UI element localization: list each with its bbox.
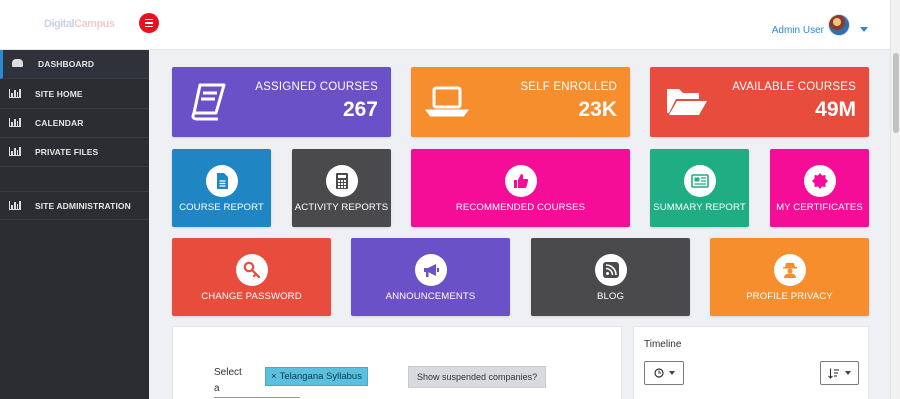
- tile-label: BLOG: [596, 291, 625, 302]
- user-menu[interactable]: Admin User: [772, 14, 868, 36]
- top-bar: DigitalCampus Admin User: [0, 0, 890, 50]
- book-icon: [191, 83, 226, 121]
- folder-open-icon: [667, 89, 707, 115]
- certificate-icon: [811, 173, 828, 189]
- tile-label: ACTIVITY REPORTS: [294, 202, 389, 213]
- activity-reports-tile[interactable]: ACTIVITY REPORTS: [292, 149, 391, 227]
- sidebar-toggle-button[interactable]: [139, 13, 159, 33]
- key-icon: [243, 261, 260, 279]
- bar-chart-icon: [9, 89, 21, 99]
- file-text-icon: [216, 173, 228, 189]
- stat-value: 267: [342, 98, 378, 121]
- thumbs-up-icon: [513, 174, 528, 188]
- tile-label: SUMMARY REPORT: [653, 202, 746, 213]
- avatar: [828, 14, 850, 36]
- sidebar-item-private-files[interactable]: PRIVATE FILES: [0, 138, 149, 167]
- company-filter-panel: Select a × Telangana Syllabus Show suspe…: [172, 326, 622, 399]
- newspaper-icon: [690, 174, 709, 188]
- stat-title: ASSIGNED COURSES: [255, 81, 378, 93]
- profile-privacy-tile[interactable]: PROFILE PRIVACY: [710, 238, 869, 316]
- calculator-icon: [335, 173, 348, 189]
- show-suspended-companies-button[interactable]: Show suspended companies?: [408, 366, 547, 388]
- clock-icon: [653, 368, 664, 378]
- sort-icon: [828, 368, 839, 379]
- sidebar-item-label: SITE ADMINISTRATION: [35, 200, 131, 211]
- chevron-down-icon: [860, 26, 868, 32]
- logo-text-b: Campus: [74, 18, 115, 30]
- stat-value: 23K: [578, 98, 617, 121]
- assigned-courses-card[interactable]: ASSIGNED COURSES 267: [172, 67, 391, 137]
- chip-label: Telangana Syllabus: [279, 371, 362, 382]
- available-courses-card[interactable]: AVAILABLE COURSES 49M: [650, 67, 869, 137]
- tile-label: ANNOUNCEMENTS: [385, 291, 476, 302]
- sidebar-item-label: CALENDAR: [35, 118, 84, 128]
- bar-chart-icon: [9, 200, 21, 211]
- course-report-tile[interactable]: COURSE REPORT: [172, 149, 271, 227]
- announcements-tile[interactable]: ANNOUNCEMENTS: [351, 238, 510, 316]
- my-certificates-tile[interactable]: MY CERTIFICATES: [770, 149, 869, 227]
- sidebar-item-label: DASHBOARD: [38, 59, 95, 69]
- select-input[interactable]: [214, 397, 300, 398]
- sidebar-item-calendar[interactable]: CALENDAR: [0, 109, 149, 138]
- recommended-courses-tile[interactable]: RECOMMENDED COURSES: [411, 149, 630, 227]
- chevron-down-icon: [845, 371, 851, 375]
- selected-filter-chip[interactable]: × Telangana Syllabus: [265, 367, 368, 386]
- rss-icon: [602, 262, 619, 278]
- bar-chart-icon: [9, 118, 21, 128]
- sidebar-item-label: PRIVATE FILES: [35, 147, 99, 157]
- sidebar-item-site-home[interactable]: SITE HOME: [0, 80, 149, 109]
- remove-chip-icon[interactable]: ×: [271, 371, 277, 382]
- laptop-icon: [425, 86, 469, 117]
- timeline-filter-dropdown[interactable]: [644, 361, 684, 385]
- chevron-down-icon: [668, 371, 675, 375]
- stat-title: SELF ENROLLED: [520, 81, 617, 93]
- tile-label: PROFILE PRIVACY: [746, 291, 833, 302]
- hamburger-icon: [145, 18, 153, 21]
- stat-title: AVAILABLE COURSES: [732, 81, 856, 93]
- bar-chart-icon: [9, 147, 21, 157]
- site-logo[interactable]: DigitalCampus: [44, 18, 115, 32]
- blog-tile[interactable]: BLOG: [531, 238, 690, 316]
- user-name: Admin User: [771, 24, 824, 36]
- stat-value: 49M: [815, 98, 856, 121]
- dashboard-icon: [12, 59, 24, 69]
- timeline-panel: Timeline: [633, 326, 869, 399]
- logo-text-a: Digital: [44, 18, 75, 30]
- summary-report-tile[interactable]: SUMMARY REPORT: [650, 149, 749, 227]
- select-label: Select a: [214, 367, 242, 394]
- timeline-sort-dropdown[interactable]: [820, 361, 859, 385]
- page-scrollbar[interactable]: [890, 0, 900, 399]
- scrollbar-thumb[interactable]: [893, 53, 899, 133]
- change-password-tile[interactable]: CHANGE PASSWORD: [172, 238, 331, 316]
- tile-label: CHANGE PASSWORD: [201, 291, 302, 302]
- tile-label: MY CERTIFICATES: [776, 202, 863, 213]
- tile-label: RECOMMENDED COURSES: [455, 202, 586, 213]
- sidebar-item-dashboard[interactable]: DASHBOARD: [0, 50, 149, 79]
- self-enrolled-card[interactable]: SELF ENROLLED 23K: [411, 67, 630, 137]
- tile-label: COURSE REPORT: [179, 202, 264, 213]
- timeline-title: Timeline: [644, 339, 682, 350]
- sidebar-item-label: SITE HOME: [35, 89, 83, 99]
- sidebar: DASHBOARD SITE HOME CALENDAR PRIVATE FIL…: [0, 50, 149, 399]
- sidebar-item-site-administration[interactable]: SITE ADMINISTRATION: [0, 191, 149, 220]
- user-secret-icon: [782, 263, 797, 278]
- bullhorn-icon: [423, 264, 439, 277]
